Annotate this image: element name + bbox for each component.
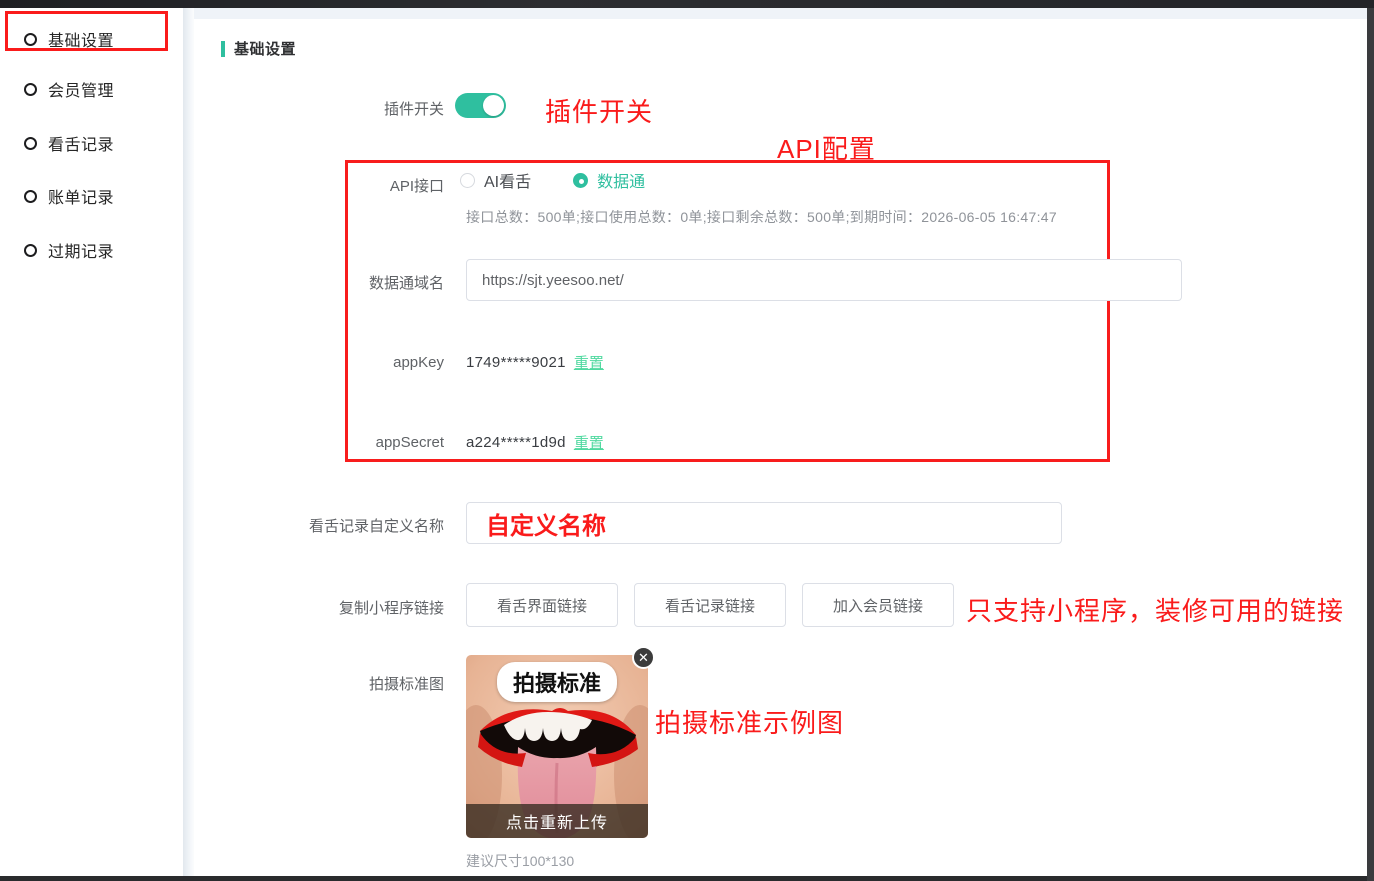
radio-label: AI看舌 xyxy=(484,168,531,192)
page-title: 基础设置 xyxy=(234,38,296,59)
annotation-box-api-config xyxy=(345,160,1110,462)
appkey-row: 1749*****9021 重置 xyxy=(466,352,604,373)
sidebar-item-billing-records[interactable]: 账单记录 xyxy=(0,180,183,212)
sidebar-item-label: 账单记录 xyxy=(48,184,114,208)
domain-label: 数据通域名 xyxy=(194,272,444,293)
sidebar-item-basic-settings[interactable]: 基础设置 xyxy=(0,23,183,55)
cropped-top-edge xyxy=(0,0,1374,8)
copy-join-member-link-button[interactable]: 加入会员链接 xyxy=(802,583,954,627)
radio-ai-tongue[interactable]: AI看舌 xyxy=(460,168,531,192)
reupload-overlay[interactable]: 点击重新上传 xyxy=(466,804,648,838)
cropped-right-edge xyxy=(1367,8,1374,881)
appkey-value: 1749*****9021 xyxy=(466,354,566,371)
sidebar-item-expired-records[interactable]: 过期记录 xyxy=(0,234,183,266)
standard-image-label: 拍摄标准图 xyxy=(194,673,444,694)
circle-icon xyxy=(24,244,37,257)
copy-links-buttons: 看舌界面链接 看舌记录链接 加入会员链接 xyxy=(466,583,970,627)
api-quota-info: 接口总数：500单;接口使用总数：0单;接口剩余总数：500单;到期时间：202… xyxy=(466,207,1057,227)
radio-checked-icon xyxy=(573,173,588,188)
circle-icon xyxy=(24,137,37,150)
size-hint: 建议尺寸100*130 xyxy=(466,851,574,871)
sidebar-divider xyxy=(183,8,194,876)
settings-page: 基础设置 会员管理 看舌记录 账单记录 过期记录 基础设置 插件开关 xyxy=(0,0,1374,881)
standard-image-preview[interactable]: ✕ xyxy=(466,655,648,838)
sidebar-item-label: 过期记录 xyxy=(48,238,114,262)
api-interface-label: API接口 xyxy=(194,175,444,196)
appkey-reset-link[interactable]: 重置 xyxy=(574,352,604,373)
radio-label: 数据通 xyxy=(597,168,645,192)
custom-name-label: 看舌记录自定义名称 xyxy=(194,515,444,536)
cropped-bottom-edge xyxy=(0,876,1374,881)
toggle-knob xyxy=(483,95,504,116)
main-content: 基础设置 插件开关 插件开关 API配置 API接口 AI看舌 数据通 接口总数… xyxy=(194,8,1367,876)
copy-tongue-ui-link-button[interactable]: 看舌界面链接 xyxy=(466,583,618,627)
appsecret-row: a224*****1d9d 重置 xyxy=(466,432,604,453)
standard-image-annotation: 拍摄标准示例图 xyxy=(655,703,844,740)
circle-icon xyxy=(24,190,37,203)
sidebar-item-label: 基础设置 xyxy=(48,27,114,51)
sidebar: 基础设置 会员管理 看舌记录 账单记录 过期记录 xyxy=(0,8,183,876)
domain-input[interactable] xyxy=(466,259,1182,301)
appsecret-reset-link[interactable]: 重置 xyxy=(574,432,604,453)
custom-name-input[interactable] xyxy=(466,502,1062,544)
section-header: 基础设置 xyxy=(221,38,296,59)
copy-links-annotation: 只支持小程序，装修可用的链接 xyxy=(966,591,1344,628)
copy-tongue-record-link-button[interactable]: 看舌记录链接 xyxy=(634,583,786,627)
section-accent-bar xyxy=(221,41,225,57)
close-icon[interactable]: ✕ xyxy=(632,646,655,669)
plugin-switch-annotation: 插件开关 xyxy=(545,92,653,129)
sidebar-item-label: 看舌记录 xyxy=(48,131,114,155)
appsecret-label: appSecret xyxy=(194,434,444,451)
circle-icon xyxy=(24,83,37,96)
plugin-switch-label: 插件开关 xyxy=(194,98,444,119)
tongue-photo: 拍摄标准 点击重新上传 xyxy=(466,655,648,838)
copy-links-label: 复制小程序链接 xyxy=(194,597,444,618)
appsecret-value: a224*****1d9d xyxy=(466,434,566,451)
photo-badge: 拍摄标准 xyxy=(497,662,617,702)
plugin-switch-toggle[interactable] xyxy=(455,93,506,118)
appkey-label: appKey xyxy=(194,354,444,371)
radio-unchecked-icon xyxy=(460,173,475,188)
sidebar-item-tongue-records[interactable]: 看舌记录 xyxy=(0,127,183,159)
content-top-band xyxy=(194,8,1367,19)
circle-icon xyxy=(24,33,37,46)
api-radio-group: AI看舌 数据通 xyxy=(460,168,687,192)
sidebar-item-member-management[interactable]: 会员管理 xyxy=(0,73,183,105)
radio-data-link[interactable]: 数据通 xyxy=(573,168,645,192)
api-config-annotation: API配置 xyxy=(777,129,876,166)
sidebar-item-label: 会员管理 xyxy=(48,77,114,101)
